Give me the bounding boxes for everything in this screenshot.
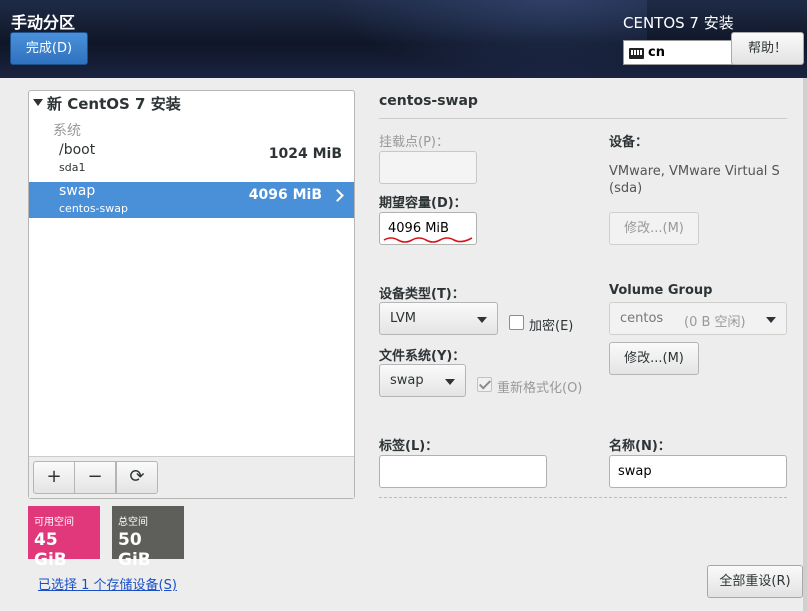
installation-tree-root[interactable]: 新 CentOS 7 安装 bbox=[33, 93, 181, 114]
spellcheck-underline bbox=[383, 237, 473, 243]
reformat-checkbox[interactable] bbox=[477, 377, 492, 392]
help-button[interactable]: 帮助！ bbox=[731, 32, 804, 65]
modify-device-button[interactable]: 修改...(M) bbox=[609, 212, 699, 245]
total-space-label: 总空间 bbox=[118, 517, 148, 528]
remove-mount-point-button[interactable]: − bbox=[74, 461, 116, 494]
keyboard-icon bbox=[629, 48, 644, 59]
chevron-right-icon bbox=[331, 189, 344, 202]
selected-storage-devices-link[interactable]: 已选择 1 个存储设备(S) bbox=[38, 574, 177, 593]
volume-group-combo[interactable]: centos (0 B 空闲) bbox=[609, 302, 787, 335]
encrypt-label: 加密(E) bbox=[529, 319, 574, 334]
refresh-icon[interactable]: ⟳ bbox=[116, 461, 158, 494]
detail-separator bbox=[379, 118, 787, 119]
category-label-system: 系统 bbox=[53, 123, 81, 139]
available-space-value: 45 GiB bbox=[34, 530, 67, 570]
reformat-label: 重新格式化(O) bbox=[497, 381, 583, 396]
installation-root-label: 新 CentOS 7 安装 bbox=[47, 95, 181, 113]
expander-arrow-icon[interactable] bbox=[33, 99, 43, 106]
dropdown-arrow-icon bbox=[445, 379, 455, 385]
page-title: 手动分区 bbox=[11, 13, 76, 32]
install-title: CENTOS 7 安装 bbox=[623, 14, 734, 32]
available-space-box: 可用空间 45 GiB bbox=[28, 506, 100, 570]
device-type-combo[interactable]: LVM bbox=[379, 302, 498, 335]
filesystem-label: 文件系统(Y)： bbox=[379, 349, 466, 364]
dropdown-arrow-icon bbox=[477, 317, 487, 323]
reset-all-button[interactable]: 全部重设(R) bbox=[707, 565, 803, 598]
device-type-value: LVM bbox=[390, 311, 416, 326]
mount-point-label: 挂载点(P)： bbox=[379, 135, 449, 150]
device-type-label: 设备类型(T)： bbox=[379, 287, 465, 302]
window-edge bbox=[803, 78, 807, 611]
mount-point-row-swap[interactable]: swap centos-swap 4096 MiB bbox=[29, 182, 354, 218]
mount-point-size: 1024 MiB bbox=[268, 146, 342, 162]
tag-input[interactable] bbox=[379, 455, 547, 488]
volume-group-value: centos bbox=[620, 311, 664, 326]
mount-point-name: swap bbox=[59, 183, 96, 199]
keyboard-layout-label: cn bbox=[648, 45, 665, 60]
filesystem-value: swap bbox=[390, 373, 424, 388]
total-space-value: 50 GiB bbox=[118, 530, 151, 570]
mount-point-size: 4096 MiB bbox=[248, 187, 322, 203]
volume-group-free-space: (0 B 空闲) bbox=[684, 315, 746, 330]
device-info-text: VMware, VMware Virtual S (sda) bbox=[609, 164, 780, 196]
mount-point-list-panel: 新 CentOS 7 安装 系统 /boot sda1 1024 MiB swa… bbox=[28, 90, 355, 499]
keyboard-layout-indicator[interactable]: cn bbox=[623, 40, 733, 65]
tag-label: 标签(L)： bbox=[379, 439, 439, 454]
volume-group-label: Volume Group bbox=[609, 283, 713, 298]
dropdown-arrow-icon bbox=[766, 317, 776, 323]
mount-point-device: sda1 bbox=[59, 161, 86, 174]
mount-point-row-boot[interactable]: /boot sda1 1024 MiB bbox=[29, 141, 354, 177]
mount-point-input[interactable] bbox=[379, 151, 477, 184]
mount-point-device: centos-swap bbox=[59, 202, 128, 215]
modify-volume-group-button[interactable]: 修改...(M) bbox=[609, 342, 699, 375]
device-label: 设备： bbox=[609, 135, 649, 150]
encrypt-checkbox[interactable] bbox=[509, 315, 524, 330]
mount-point-toolbar: + − ⟳ bbox=[29, 456, 354, 498]
section-divider bbox=[379, 497, 787, 498]
filesystem-combo[interactable]: swap bbox=[379, 364, 466, 397]
done-button[interactable]: 完成(D) bbox=[10, 32, 88, 65]
name-label: 名称(N)： bbox=[609, 439, 671, 454]
mount-point-name: /boot bbox=[59, 142, 96, 158]
desired-capacity-label: 期望容量(D)： bbox=[379, 196, 467, 211]
add-mount-point-button[interactable]: + bbox=[33, 461, 75, 494]
available-space-label: 可用空间 bbox=[34, 517, 74, 528]
total-space-box: 总空间 50 GiB bbox=[112, 506, 184, 570]
name-input[interactable]: swap bbox=[609, 455, 787, 488]
detail-title: centos-swap bbox=[379, 93, 478, 109]
